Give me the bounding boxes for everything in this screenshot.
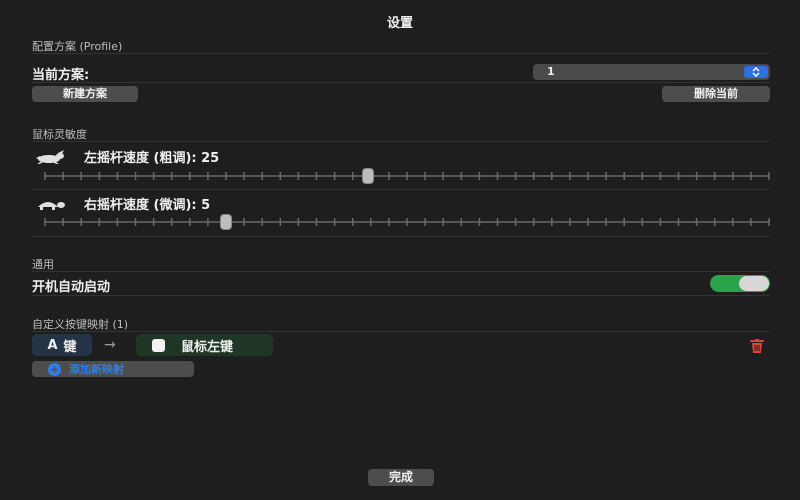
add-mapping-label: 添加新映射 [69,363,124,376]
left-stick-speed-label: 左摇杆速度 (粗调): 25 [84,151,220,166]
mapping-section-label: 自定义按键映射 (1) [32,318,129,331]
hare-icon [34,149,68,168]
divider [32,271,770,272]
tortoise-icon [34,196,68,215]
done-button[interactable]: 完成 [368,469,434,486]
divider [32,82,770,83]
key-letter: A [47,337,58,353]
divider [32,331,770,332]
autostart-toggle[interactable] [710,275,770,292]
arrow-right-icon: → [104,337,116,353]
profile-select[interactable]: 1 [533,64,770,80]
profile-section-label: 配置方案 (Profile) [32,40,123,53]
autostart-label: 开机自动启动 [32,280,111,295]
mapping-target[interactable]: 鼠标左键 [136,334,273,356]
divider [32,295,770,296]
add-mapping-button[interactable]: + 添加新映射 [32,361,194,377]
mouse-button-icon [152,338,165,352]
left-stick-slider-thumb[interactable] [362,168,375,184]
general-section-label: 通用 [32,258,54,271]
current-profile-label: 当前方案: [32,68,90,83]
divider [32,141,770,142]
divider [32,53,770,54]
plus-circle-icon: + [48,362,61,376]
divider [32,189,770,190]
mapping-target-label: 鼠标左键 [181,339,234,355]
toggle-knob [739,276,769,291]
right-stick-speed-label: 右摇杆速度 (微调): 5 [84,198,211,213]
left-stick-slider-ticks [44,172,770,180]
right-stick-slider-thumb[interactable] [219,214,232,230]
divider [32,236,770,237]
trash-icon[interactable] [749,338,765,357]
settings-window: 设置 配置方案 (Profile) 当前方案: 1 新建方案 删除当前 鼠标灵敏… [0,0,800,500]
updown-chevron-icon[interactable] [744,66,768,78]
mapping-source-key[interactable]: A 键 [32,334,92,356]
mouse-section-label: 鼠标灵敏度 [32,128,87,141]
new-profile-button[interactable]: 新建方案 [32,86,138,102]
key-label: 键 [63,339,77,355]
delete-profile-button[interactable]: 删除当前 [662,86,770,102]
right-stick-slider-ticks [44,218,770,226]
profile-select-value: 1 [547,65,555,78]
window-title: 设置 [386,16,413,31]
